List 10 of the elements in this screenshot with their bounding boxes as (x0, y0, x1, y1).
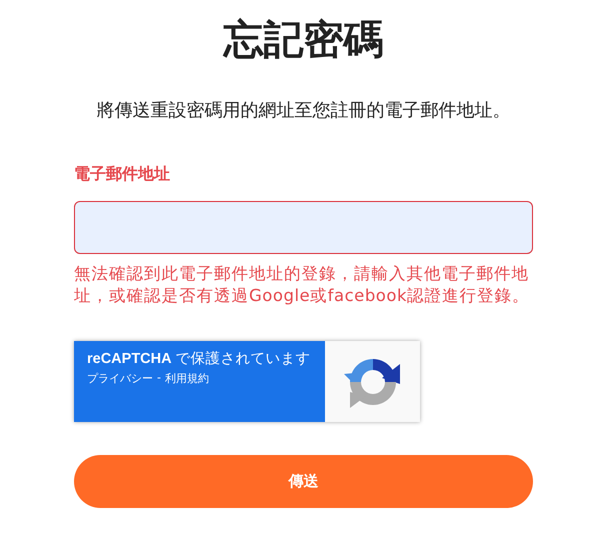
recaptcha-link[interactable]: 利用規約 (164, 371, 209, 386)
error-message: 無法確認到此電子郵件地址的登錄，請輸入其他電子郵件地址，或確認是否有透過Google或facebook認證進行登錄。 (74, 263, 531, 307)
recaptcha-link[interactable]: プライバシー (87, 371, 153, 386)
page-title: 忘記密碼 (224, 16, 384, 65)
field-label: 電子郵件地址 (74, 164, 171, 185)
recaptcha-text: reCAPTCHA で保護されています (87, 350, 312, 369)
description-text: 將傳送重設密碼用的網址至您註冊的電子郵件地址。 (96, 99, 510, 122)
submit-button[interactable]: 傳送 (74, 455, 533, 508)
link-separator: - (157, 371, 161, 386)
email-input-field[interactable] (74, 201, 533, 254)
